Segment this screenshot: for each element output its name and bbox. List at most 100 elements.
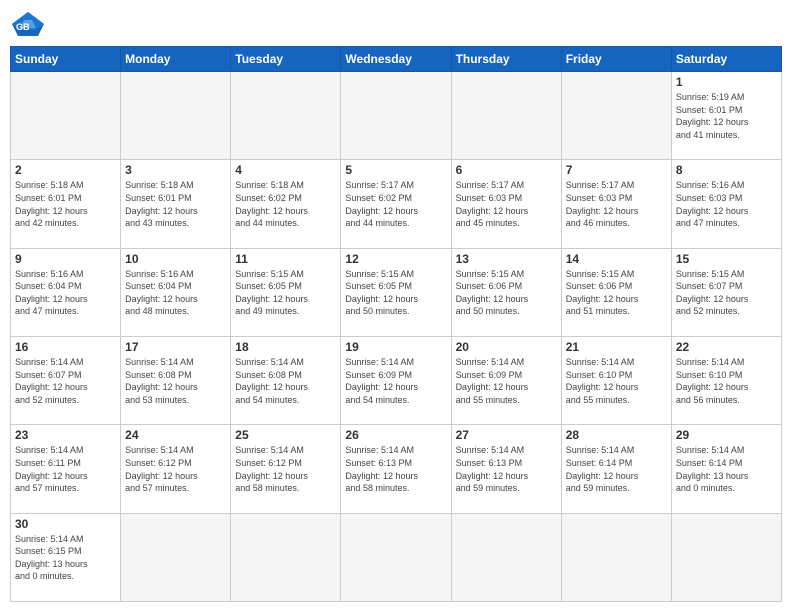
calendar-cell: 15Sunrise: 5:15 AM Sunset: 6:07 PM Dayli… xyxy=(671,248,781,336)
day-header-monday: Monday xyxy=(121,47,231,72)
calendar-cell: 4 Sunrise: 5:18 AM Sunset: 6:02 PM Daylig… xyxy=(231,160,341,248)
day-header-sunday: Sunday xyxy=(11,47,121,72)
day-info: Sunrise: 5:18 AM Sunset: 6:02 PM Dayligh… xyxy=(235,179,336,229)
calendar-cell xyxy=(11,72,121,160)
day-number: 10 xyxy=(125,252,226,266)
calendar-cell xyxy=(341,72,451,160)
day-info: Sunrise: 5:18 AM Sunset: 6:01 PM Dayligh… xyxy=(15,179,116,229)
calendar-cell: 2 Sunrise: 5:18 AM Sunset: 6:01 PM Daylig… xyxy=(11,160,121,248)
day-number: 14 xyxy=(566,252,667,266)
day-number: 21 xyxy=(566,340,667,354)
day-info: Sunrise: 5:14 AM Sunset: 6:08 PM Dayligh… xyxy=(125,356,226,406)
day-number: 9 xyxy=(15,252,116,266)
calendar-cell: 5Sunrise: 5:17 AM Sunset: 6:02 PM Daylig… xyxy=(341,160,451,248)
day-header-saturday: Saturday xyxy=(671,47,781,72)
calendar-cell: 7 Sunrise: 5:17 AM Sunset: 6:03 PM Daylig… xyxy=(561,160,671,248)
calendar-cell: 22 Sunrise: 5:14 AM Sunset: 6:10 PM Dayli… xyxy=(671,336,781,424)
calendar-cell xyxy=(121,513,231,601)
day-info: Sunrise: 5:14 AM Sunset: 6:13 PM Dayligh… xyxy=(456,444,557,494)
calendar-cell xyxy=(341,513,451,601)
day-number: 20 xyxy=(456,340,557,354)
calendar-cell xyxy=(121,72,231,160)
day-number: 16 xyxy=(15,340,116,354)
calendar-cell: 14 Sunrise: 5:15 AM Sunset: 6:06 PM Dayli… xyxy=(561,248,671,336)
calendar-cell xyxy=(561,72,671,160)
logo: GB xyxy=(10,10,50,38)
day-header-wednesday: Wednesday xyxy=(341,47,451,72)
day-number: 11 xyxy=(235,252,336,266)
day-info: Sunrise: 5:16 AM Sunset: 6:04 PM Dayligh… xyxy=(125,268,226,318)
day-info: Sunrise: 5:14 AM Sunset: 6:15 PM Dayligh… xyxy=(15,533,116,583)
day-info: Sunrise: 5:15 AM Sunset: 6:05 PM Dayligh… xyxy=(345,268,446,318)
day-info: Sunrise: 5:14 AM Sunset: 6:09 PM Dayligh… xyxy=(345,356,446,406)
day-number: 23 xyxy=(15,428,116,442)
calendar-cell: 23Sunrise: 5:14 AM Sunset: 6:11 PM Dayli… xyxy=(11,425,121,513)
day-header-friday: Friday xyxy=(561,47,671,72)
day-number: 6 xyxy=(456,163,557,177)
day-info: Sunrise: 5:15 AM Sunset: 6:07 PM Dayligh… xyxy=(676,268,777,318)
day-info: Sunrise: 5:15 AM Sunset: 6:06 PM Dayligh… xyxy=(566,268,667,318)
day-number: 26 xyxy=(345,428,446,442)
day-info: Sunrise: 5:15 AM Sunset: 6:06 PM Dayligh… xyxy=(456,268,557,318)
calendar-cell: 8 Sunrise: 5:16 AM Sunset: 6:03 PM Daylig… xyxy=(671,160,781,248)
calendar-cell: 17 Sunrise: 5:14 AM Sunset: 6:08 PM Dayli… xyxy=(121,336,231,424)
calendar-cell: 27 Sunrise: 5:14 AM Sunset: 6:13 PM Dayli… xyxy=(451,425,561,513)
day-number: 17 xyxy=(125,340,226,354)
day-info: Sunrise: 5:18 AM Sunset: 6:01 PM Dayligh… xyxy=(125,179,226,229)
calendar-cell xyxy=(671,513,781,601)
day-info: Sunrise: 5:16 AM Sunset: 6:03 PM Dayligh… xyxy=(676,179,777,229)
day-number: 7 xyxy=(566,163,667,177)
calendar-cell xyxy=(451,513,561,601)
calendar-cell: 19 Sunrise: 5:14 AM Sunset: 6:09 PM Dayli… xyxy=(341,336,451,424)
svg-text:GB: GB xyxy=(16,22,30,32)
calendar-cell: 16Sunrise: 5:14 AM Sunset: 6:07 PM Dayli… xyxy=(11,336,121,424)
calendar-cell xyxy=(231,72,341,160)
calendar-cell: 29 Sunrise: 5:14 AM Sunset: 6:14 PM Dayli… xyxy=(671,425,781,513)
calendar-cell: 25 Sunrise: 5:14 AM Sunset: 6:12 PM Dayli… xyxy=(231,425,341,513)
day-info: Sunrise: 5:14 AM Sunset: 6:13 PM Dayligh… xyxy=(345,444,446,494)
calendar-cell: 20Sunrise: 5:14 AM Sunset: 6:09 PM Dayli… xyxy=(451,336,561,424)
calendar-cell: 3 Sunrise: 5:18 AM Sunset: 6:01 PM Daylig… xyxy=(121,160,231,248)
day-info: Sunrise: 5:17 AM Sunset: 6:03 PM Dayligh… xyxy=(456,179,557,229)
logo-icon: GB xyxy=(10,10,46,38)
day-info: Sunrise: 5:17 AM Sunset: 6:02 PM Dayligh… xyxy=(345,179,446,229)
calendar-cell: 12Sunrise: 5:15 AM Sunset: 6:05 PM Dayli… xyxy=(341,248,451,336)
calendar-cell: 10 Sunrise: 5:16 AM Sunset: 6:04 PM Dayli… xyxy=(121,248,231,336)
day-info: Sunrise: 5:14 AM Sunset: 6:12 PM Dayligh… xyxy=(125,444,226,494)
day-number: 8 xyxy=(676,163,777,177)
day-number: 2 xyxy=(15,163,116,177)
calendar-cell: 1 Sunrise: 5:19 AM Sunset: 6:01 PM Daylig… xyxy=(671,72,781,160)
day-number: 19 xyxy=(345,340,446,354)
calendar-cell: 9Sunrise: 5:16 AM Sunset: 6:04 PM Daylig… xyxy=(11,248,121,336)
day-number: 27 xyxy=(456,428,557,442)
day-info: Sunrise: 5:14 AM Sunset: 6:14 PM Dayligh… xyxy=(676,444,777,494)
calendar-cell: 6 Sunrise: 5:17 AM Sunset: 6:03 PM Daylig… xyxy=(451,160,561,248)
page: GB SundayMondayTuesdayWednesdayThursdayF… xyxy=(0,0,792,612)
header: GB xyxy=(10,10,782,38)
day-info: Sunrise: 5:14 AM Sunset: 6:10 PM Dayligh… xyxy=(676,356,777,406)
day-number: 13 xyxy=(456,252,557,266)
day-number: 30 xyxy=(15,517,116,531)
day-number: 4 xyxy=(235,163,336,177)
calendar-cell xyxy=(451,72,561,160)
day-header-thursday: Thursday xyxy=(451,47,561,72)
day-number: 22 xyxy=(676,340,777,354)
day-info: Sunrise: 5:14 AM Sunset: 6:14 PM Dayligh… xyxy=(566,444,667,494)
day-number: 1 xyxy=(676,75,777,89)
day-number: 29 xyxy=(676,428,777,442)
calendar-cell: 13 Sunrise: 5:15 AM Sunset: 6:06 PM Dayli… xyxy=(451,248,561,336)
day-info: Sunrise: 5:17 AM Sunset: 6:03 PM Dayligh… xyxy=(566,179,667,229)
day-number: 24 xyxy=(125,428,226,442)
day-info: Sunrise: 5:14 AM Sunset: 6:12 PM Dayligh… xyxy=(235,444,336,494)
calendar-cell: 26 Sunrise: 5:14 AM Sunset: 6:13 PM Dayli… xyxy=(341,425,451,513)
day-info: Sunrise: 5:15 AM Sunset: 6:05 PM Dayligh… xyxy=(235,268,336,318)
calendar-cell xyxy=(231,513,341,601)
calendar-cell: 11 Sunrise: 5:15 AM Sunset: 6:05 PM Dayli… xyxy=(231,248,341,336)
day-number: 25 xyxy=(235,428,336,442)
day-info: Sunrise: 5:19 AM Sunset: 6:01 PM Dayligh… xyxy=(676,91,777,141)
calendar-cell: 28 Sunrise: 5:14 AM Sunset: 6:14 PM Dayli… xyxy=(561,425,671,513)
day-number: 18 xyxy=(235,340,336,354)
calendar-cell: 24 Sunrise: 5:14 AM Sunset: 6:12 PM Dayli… xyxy=(121,425,231,513)
day-number: 28 xyxy=(566,428,667,442)
day-number: 3 xyxy=(125,163,226,177)
